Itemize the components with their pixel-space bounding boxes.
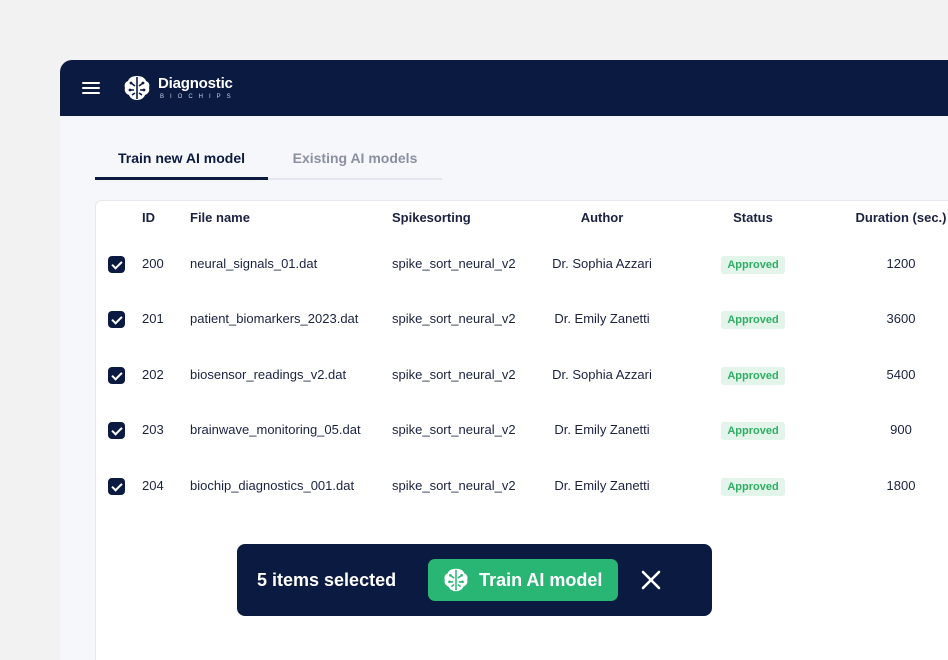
row-id: 200 <box>142 256 164 271</box>
row-duration: 900 <box>890 422 912 437</box>
row-checkbox[interactable] <box>108 311 125 328</box>
row-author: Dr. Sophia Azzari <box>552 256 652 271</box>
brain-logo-icon <box>124 76 150 100</box>
row-file-name: neural_signals_01.dat <box>190 256 318 271</box>
table-row[interactable]: 200 neural_signals_01.dat spike_sort_neu… <box>96 254 948 274</box>
row-duration: 1800 <box>886 478 916 493</box>
brand-subtitle: BIOCHIPS <box>160 94 237 100</box>
row-id: 201 <box>142 311 164 326</box>
row-author: Dr. Sophia Azzari <box>552 367 652 382</box>
row-duration: 5400 <box>886 367 916 382</box>
table-row[interactable]: 201 patient_biomarkers_2023.dat spike_so… <box>96 309 948 329</box>
brand-title: Diagnostic <box>158 75 233 92</box>
status-badge: Approved <box>721 311 785 329</box>
row-checkbox[interactable] <box>108 367 125 384</box>
status-badge: Approved <box>721 367 785 385</box>
table-header-row: ID File name Spikesorting Author Status … <box>96 208 948 228</box>
close-icon[interactable] <box>640 569 662 591</box>
status-badge: Approved <box>721 422 785 440</box>
brain-icon <box>444 568 468 592</box>
row-author: Dr. Emily Zanetti <box>554 311 650 326</box>
row-spikesorting: spike_sort_neural_v2 <box>392 256 516 271</box>
status-badge: Approved <box>721 256 785 274</box>
row-id: 202 <box>142 367 164 382</box>
row-spikesorting: spike_sort_neural_v2 <box>392 478 516 493</box>
table-row[interactable]: 202 biosensor_readings_v2.dat spike_sort… <box>96 365 948 385</box>
row-spikesorting: spike_sort_neural_v2 <box>392 367 516 382</box>
menu-icon[interactable] <box>82 81 100 95</box>
column-header-file-name[interactable]: File name <box>190 208 250 228</box>
row-spikesorting: spike_sort_neural_v2 <box>392 422 516 437</box>
status-badge: Approved <box>721 478 785 496</box>
column-header-duration[interactable]: Duration (sec.) <box>836 208 948 228</box>
train-ai-model-button[interactable]: Train AI model <box>428 559 619 601</box>
brand-logo[interactable]: Diagnostic BIOCHIPS <box>122 73 237 103</box>
selected-count-text: 5 items selected <box>257 569 397 590</box>
row-file-name: brainwave_monitoring_05.dat <box>190 422 361 437</box>
tab-existing-ai-models[interactable]: Existing AI models <box>268 150 442 178</box>
row-author: Dr. Emily Zanetti <box>554 422 650 437</box>
column-header-status[interactable]: Status <box>698 208 808 228</box>
row-file-name: biochip_diagnostics_001.dat <box>190 478 355 493</box>
row-checkbox[interactable] <box>108 478 125 495</box>
table-row[interactable]: 203 brainwave_monitoring_05.dat spike_so… <box>96 420 948 440</box>
row-author: Dr. Emily Zanetti <box>554 478 650 493</box>
row-checkbox[interactable] <box>108 422 125 439</box>
row-duration: 3600 <box>886 311 916 326</box>
table-row[interactable]: 204 biochip_diagnostics_001.dat spike_so… <box>96 476 948 496</box>
column-header-spikesorting[interactable]: Spikesorting <box>392 208 471 228</box>
selection-action-bar: 5 items selected Train AI model <box>237 544 712 616</box>
row-duration: 1200 <box>886 256 916 271</box>
row-file-name: biosensor_readings_v2.dat <box>190 367 347 382</box>
train-ai-model-label: Train AI model <box>479 569 603 590</box>
row-checkbox[interactable] <box>108 256 125 273</box>
row-id: 204 <box>142 478 164 493</box>
tab-bar: Train new AI model Existing AI models <box>95 150 442 180</box>
row-id: 203 <box>142 422 164 437</box>
column-header-author[interactable]: Author <box>524 208 680 228</box>
column-header-id[interactable]: ID <box>142 208 155 228</box>
row-spikesorting: spike_sort_neural_v2 <box>392 311 516 326</box>
row-file-name: patient_biomarkers_2023.dat <box>190 311 359 326</box>
top-navbar: Diagnostic BIOCHIPS <box>60 60 948 116</box>
tab-train-new-ai-model[interactable]: Train new AI model <box>95 150 268 180</box>
